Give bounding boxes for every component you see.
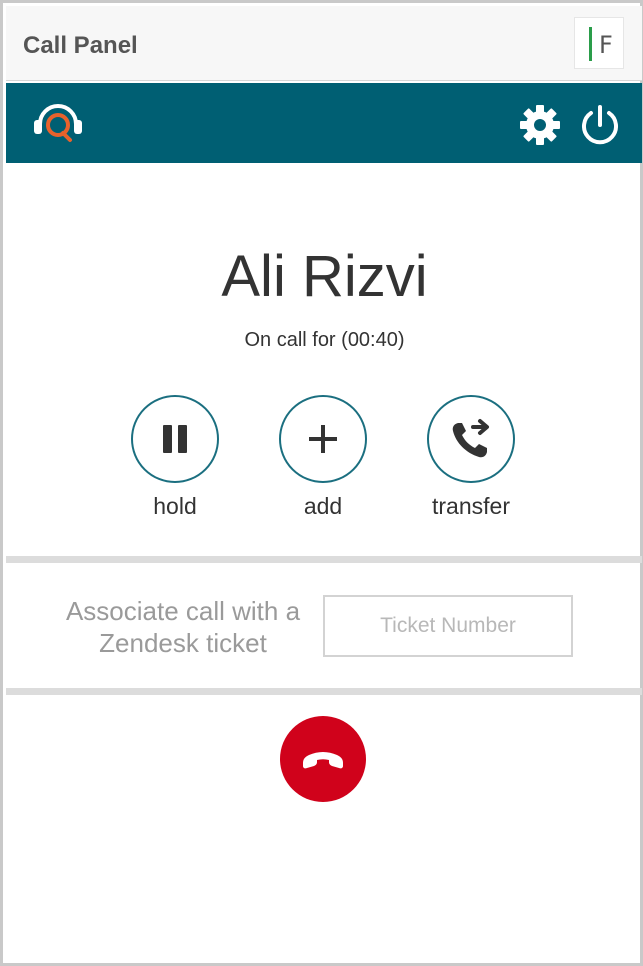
app-badge-letter: F	[599, 31, 613, 59]
hold-label: hold	[153, 493, 197, 519]
ticket-number-input[interactable]	[323, 595, 573, 657]
call-duration: On call for (00:40)	[244, 329, 405, 351]
window-title: Call Panel	[23, 32, 138, 59]
toolbar	[6, 83, 642, 163]
transfer-label: transfer	[432, 493, 510, 519]
section-divider	[6, 556, 642, 563]
transfer-button[interactable]: transfer	[426, 395, 516, 525]
phone-transfer-icon	[452, 419, 489, 458]
title-bar: Call Panel F	[6, 6, 642, 81]
associate-ticket-label: Associate call with a Zendesk ticket	[65, 596, 301, 658]
add-button[interactable]: add	[278, 395, 368, 525]
plus-icon	[309, 425, 337, 453]
power-icon[interactable]	[579, 103, 621, 147]
hold-circle[interactable]	[131, 395, 219, 483]
pause-icon	[163, 425, 187, 453]
add-label: add	[303, 493, 343, 519]
app-badge-bar	[589, 27, 592, 61]
caller-name: Ali Rizvi	[221, 244, 428, 309]
section-divider	[6, 688, 642, 695]
add-circle[interactable]	[279, 395, 367, 483]
hang-up-button[interactable]	[280, 716, 366, 802]
transfer-circle[interactable]	[427, 395, 515, 483]
headset-logo-icon	[34, 104, 82, 142]
gear-icon[interactable]	[518, 103, 562, 147]
call-panel-window: Call Panel F Ali Rizvi On call for (00:4…	[0, 0, 643, 966]
hold-button[interactable]: hold	[130, 395, 220, 525]
hang-up-icon	[303, 752, 343, 769]
app-badge[interactable]: F	[574, 17, 624, 69]
